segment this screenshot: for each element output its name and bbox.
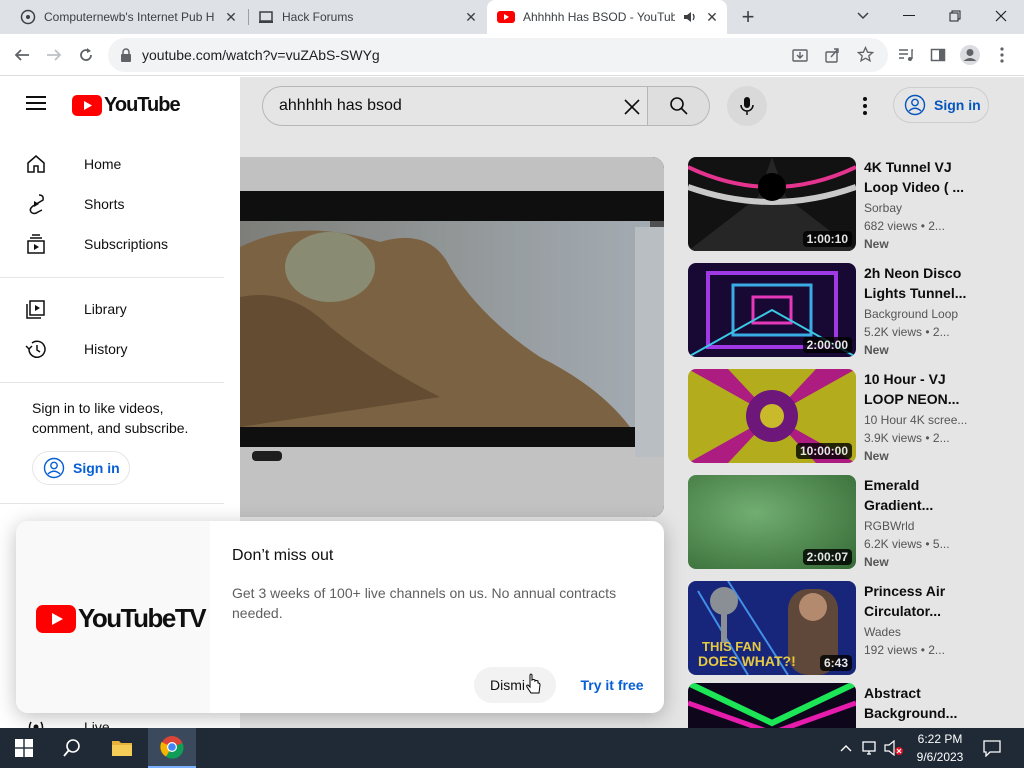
sidebar-item-label: Live <box>84 719 110 728</box>
sidebar-item-history[interactable]: History <box>12 329 224 369</box>
close-window-button[interactable] <box>978 0 1024 32</box>
browser-toolbar: youtube.com/watch?v=vuZAbS-SWYg <box>0 34 1024 76</box>
notification-icon <box>983 740 1001 757</box>
sidebar-item-label: Subscriptions <box>84 236 169 252</box>
youtube-tv-promo-dialog: YouTubeTV Don’t miss out Get 3 weeks of … <box>16 521 664 713</box>
chevron-up-icon <box>840 745 852 752</box>
show-hidden-icons-button[interactable] <box>836 728 856 768</box>
windows-logo-icon <box>15 739 33 757</box>
browser-menu-icon[interactable] <box>986 39 1018 71</box>
youtube-logo-text: YouTube <box>104 93 181 116</box>
tab-computernewb[interactable]: Computernewb's Internet Pub H ✕ <box>8 0 246 34</box>
volume-muted-icon <box>884 740 903 756</box>
tab-separator <box>248 9 249 25</box>
install-app-icon[interactable] <box>792 47 808 63</box>
account-icon <box>43 457 65 479</box>
youtube-tv-logo: YouTubeTV <box>36 603 207 634</box>
clock-date: 9/6/2023 <box>916 750 964 764</box>
restore-button[interactable] <box>932 0 978 32</box>
address-bar[interactable]: youtube.com/watch?v=vuZAbS-SWYg <box>108 38 888 72</box>
sidebar-signin-button[interactable]: Sign in <box>32 451 130 485</box>
windows-taskbar: 6:22 PM 9/6/2023 <box>0 728 1024 768</box>
volume-tray-icon[interactable] <box>882 728 906 768</box>
back-button[interactable] <box>6 39 38 71</box>
signin-prompt-text: Sign in to like videos, comment, and sub… <box>32 400 189 436</box>
tab-title: Ahhhhh Has BSOD - YouTub <box>523 10 675 24</box>
hamburger-icon <box>26 96 46 110</box>
sidebar-divider <box>0 277 224 278</box>
home-icon <box>24 152 48 176</box>
lock-icon[interactable] <box>120 48 132 62</box>
youtube-logo-icon <box>72 94 102 116</box>
dismiss-label: Dismi <box>490 677 525 693</box>
profile-avatar-icon[interactable] <box>954 39 986 71</box>
dismiss-button[interactable]: Dismi <box>474 667 556 703</box>
tab-title: Hack Forums <box>282 10 354 24</box>
sidebar-item-label: Library <box>84 301 127 317</box>
search-icon <box>63 739 80 757</box>
browser-tab-strip: Computernewb's Internet Pub H ✕ Hack For… <box>0 0 1024 34</box>
forward-button[interactable] <box>38 39 70 71</box>
tab-youtube-active[interactable]: Ahhhhh Has BSOD - YouTub ✕ <box>487 0 727 34</box>
sidebar-item-subscriptions[interactable]: Subscriptions <box>12 224 224 264</box>
close-tab-icon[interactable]: ✕ <box>703 8 721 26</box>
promo-logo-panel: YouTubeTV <box>16 521 210 713</box>
minimize-button[interactable] <box>886 0 932 32</box>
close-tab-icon[interactable]: ✕ <box>462 8 480 26</box>
youtube-tv-logo-text: YouTubeTV <box>78 603 207 633</box>
sidebar-item-label: History <box>84 341 128 357</box>
chrome-icon <box>160 736 184 759</box>
action-center-button[interactable] <box>976 728 1008 768</box>
file-explorer-button[interactable] <box>98 728 146 768</box>
clock-time: 6:22 PM <box>917 732 963 746</box>
shorts-icon <box>24 192 48 216</box>
try-it-free-button[interactable]: Try it free <box>572 667 652 703</box>
sidebar-item-home[interactable]: Home <box>12 144 224 184</box>
taskbar-clock[interactable]: 6:22 PM 9/6/2023 <box>908 730 972 766</box>
youtube-favicon-icon <box>497 11 515 23</box>
new-tab-button[interactable]: + <box>733 2 763 32</box>
tab-search-chevron-icon[interactable] <box>840 0 886 32</box>
hamburger-menu-button[interactable] <box>24 93 48 117</box>
sidebar-divider <box>0 382 224 383</box>
computernewb-favicon-icon <box>20 9 36 25</box>
reload-button[interactable] <box>70 39 102 71</box>
mouse-pointer-icon <box>526 673 541 694</box>
side-panel-icon[interactable] <box>922 39 954 71</box>
popup-description: Get 3 weeks of 100+ live channels on us.… <box>232 585 617 621</box>
youtube-logo[interactable]: YouTube <box>72 93 181 117</box>
network-icon <box>862 741 876 755</box>
live-icon <box>24 715 48 728</box>
network-tray-icon[interactable] <box>858 728 882 768</box>
subscriptions-icon <box>24 232 48 256</box>
tab-hackforums[interactable]: Hack Forums ✕ <box>250 0 486 34</box>
youtube-tv-logo-icon <box>36 604 76 633</box>
try-it-free-label: Try it free <box>580 677 644 693</box>
media-control-icon[interactable] <box>890 39 922 71</box>
hackforums-favicon-icon <box>259 11 273 23</box>
close-tab-icon[interactable]: ✕ <box>222 8 240 26</box>
sidebar-divider <box>0 503 224 504</box>
history-icon <box>24 337 48 361</box>
folder-icon <box>112 741 132 756</box>
sidebar-signin-label: Sign in <box>73 460 120 476</box>
taskbar-search-button[interactable] <box>48 728 96 768</box>
chrome-taskbar-button[interactable] <box>148 728 196 768</box>
start-button[interactable] <box>0 728 48 768</box>
sidebar-item-shorts[interactable]: Shorts <box>12 184 224 224</box>
tab-title: Computernewb's Internet Pub H <box>44 10 215 24</box>
share-icon[interactable] <box>824 47 840 63</box>
library-icon <box>24 297 48 321</box>
popup-title: Don’t miss out <box>232 547 334 564</box>
speaker-audio-icon[interactable] <box>683 10 697 24</box>
sidebar-item-label: Shorts <box>84 196 125 212</box>
sidebar-item-library[interactable]: Library <box>12 289 224 329</box>
url-text[interactable]: youtube.com/watch?v=vuZAbS-SWYg <box>142 47 380 63</box>
youtube-page: ahhhhh has bsod Sign in 1:00:10 4K Tunne… <box>0 77 1024 728</box>
sidebar-item-label: Home <box>84 156 122 172</box>
bookmark-star-icon[interactable] <box>857 46 874 63</box>
